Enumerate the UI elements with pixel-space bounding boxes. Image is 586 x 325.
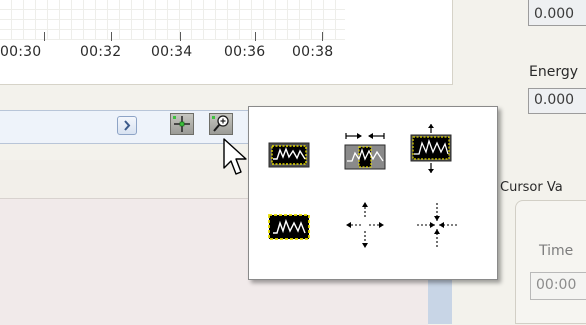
time-field[interactable]: 00:00 [530, 272, 586, 300]
cursor-move-tool-button[interactable] [170, 113, 194, 135]
zoom-out-point-button[interactable] [415, 201, 459, 251]
crosshair-icon [173, 116, 190, 132]
zoom-out-point-icon [417, 203, 457, 247]
chart-grid [0, 0, 345, 40]
zoom-tool-button[interactable] [209, 113, 233, 135]
scroll-right-button[interactable] [117, 116, 137, 135]
axis-tick [255, 32, 256, 41]
axis-tick-label: 00:36 [224, 44, 266, 60]
zoom-x-icon [344, 133, 386, 170]
zoom-magnifier-icon [212, 115, 229, 132]
energy-label: Energy [529, 64, 579, 80]
zoom-in-point-icon [346, 202, 384, 248]
zoom-x-button[interactable] [343, 131, 387, 177]
zoom-in-point-button[interactable] [343, 201, 387, 251]
axis-tick [44, 32, 45, 41]
axis-tick-label: 00:30 [0, 44, 42, 60]
mouse-pointer-icon [222, 138, 250, 182]
energy-top-field[interactable]: 0.000 [528, 0, 586, 26]
axis-tick-label: 00:34 [151, 44, 193, 60]
zoom-y-icon [410, 124, 452, 173]
zoom-palette-popup [248, 106, 498, 280]
zoom-rectangle-button[interactable] [267, 135, 311, 175]
cursor-values-label: Cursor Va [500, 180, 563, 195]
zoom-fit-icon [268, 214, 310, 240]
chevron-right-icon [124, 120, 131, 131]
time-axis-panel: 00:30 00:32 00:34 00:36 00:38 [0, 0, 453, 85]
cursor-values-group [515, 200, 586, 324]
axis-tick-label: 00:32 [80, 44, 122, 60]
axis-tick [322, 32, 323, 41]
axis-tick [180, 32, 181, 41]
zoom-fit-button[interactable] [267, 207, 311, 247]
zoom-rectangle-icon [268, 142, 310, 168]
axis-tick [111, 32, 112, 41]
energy-field[interactable]: 0.000 [528, 88, 586, 114]
axis-tick-label: 00:38 [292, 44, 334, 60]
time-label: Time [539, 243, 574, 259]
zoom-y-button[interactable] [409, 123, 453, 185]
